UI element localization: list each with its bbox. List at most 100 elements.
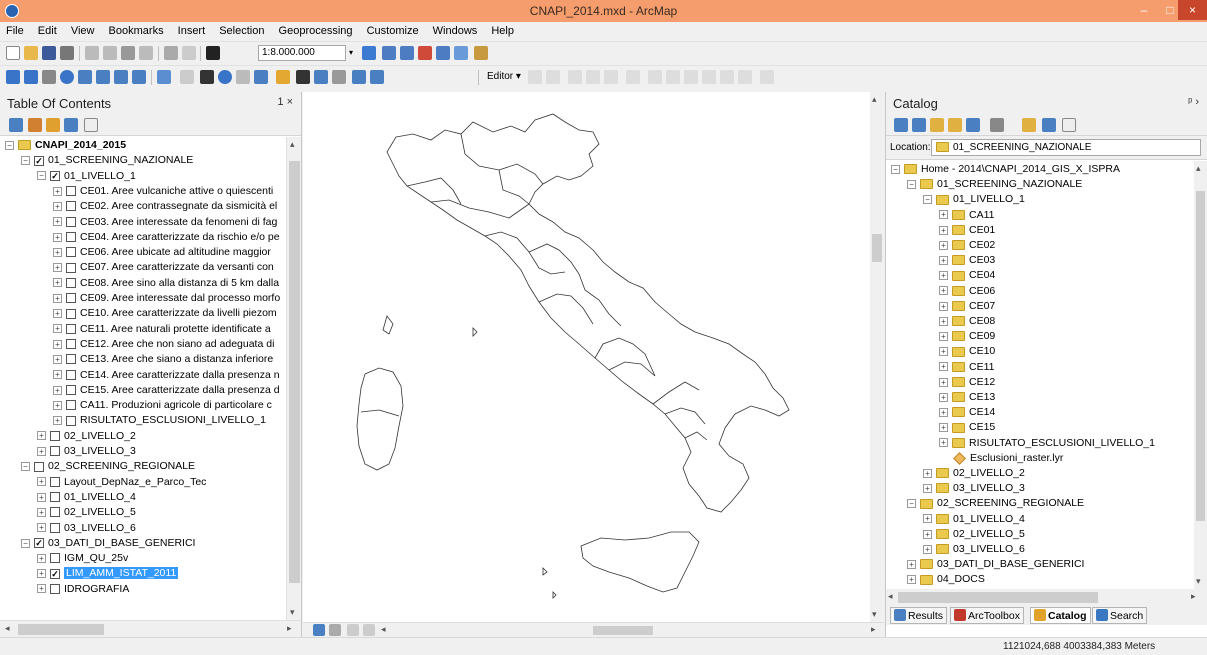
- html-popup-icon[interactable]: [254, 70, 268, 84]
- expand-toggle-icon[interactable]: +: [53, 416, 62, 426]
- visibility-checkbox[interactable]: [50, 553, 60, 564]
- expand-toggle-icon[interactable]: +: [37, 584, 46, 594]
- catalog-item[interactable]: + CE11: [939, 359, 995, 375]
- catalog-item[interactable]: − 01_SCREENING_NAZIONALE: [907, 176, 1082, 192]
- expand-toggle-icon[interactable]: +: [939, 316, 948, 326]
- toggle-contents-icon[interactable]: [1022, 118, 1036, 132]
- expand-toggle-icon[interactable]: +: [37, 523, 46, 533]
- editor-menu-button[interactable]: Editor ▾: [487, 71, 521, 82]
- visibility-checkbox[interactable]: [66, 369, 76, 380]
- expand-toggle-icon[interactable]: +: [939, 286, 948, 296]
- expand-toggle-icon[interactable]: −: [907, 499, 916, 509]
- expand-toggle-icon[interactable]: +: [923, 529, 932, 539]
- visibility-checkbox[interactable]: [66, 308, 76, 319]
- visibility-checkbox[interactable]: [66, 186, 76, 197]
- toc-item[interactable]: + CE14. Aree caratterizzate dalla presenz…: [53, 367, 280, 383]
- visibility-checkbox[interactable]: [66, 277, 76, 288]
- map-scale-input[interactable]: 1:8.000.000: [258, 45, 346, 61]
- menu-customize[interactable]: Customize: [361, 22, 424, 37]
- expand-toggle-icon[interactable]: +: [53, 339, 62, 349]
- home-folder-icon[interactable]: [948, 118, 962, 132]
- identify-icon[interactable]: [218, 70, 232, 84]
- map-view[interactable]: [303, 92, 870, 622]
- expand-toggle-icon[interactable]: +: [939, 331, 948, 341]
- expand-toggle-icon[interactable]: +: [939, 438, 948, 448]
- catalog-item[interactable]: + CE02: [939, 237, 995, 253]
- add-data-icon[interactable]: [206, 46, 220, 60]
- full-extent-icon[interactable]: [60, 70, 74, 84]
- catalog-item[interactable]: − Home - 2014\CNAPI_2014_GIS_X_ISPRA: [891, 161, 1120, 177]
- toc-item[interactable]: +02_LIVELLO_5: [37, 504, 136, 520]
- visibility-checkbox[interactable]: [34, 538, 44, 549]
- trace-icon[interactable]: [604, 70, 618, 84]
- visibility-checkbox[interactable]: [50, 522, 60, 533]
- print-icon[interactable]: [60, 46, 74, 60]
- visibility-checkbox[interactable]: [66, 415, 76, 426]
- expand-toggle-icon[interactable]: +: [939, 347, 948, 357]
- catalog-item[interactable]: + CE12: [939, 374, 995, 390]
- expand-toggle-icon[interactable]: +: [939, 255, 948, 265]
- visibility-checkbox[interactable]: [66, 323, 76, 334]
- catalog-pin-close[interactable]: ᵖ ›: [1188, 96, 1199, 108]
- catalog-list-icon[interactable]: [1062, 118, 1076, 132]
- tab-results[interactable]: Results: [890, 607, 948, 624]
- scale-dropdown-icon[interactable]: ▾: [346, 45, 356, 61]
- python-window-icon[interactable]: [454, 46, 468, 60]
- rotate-icon[interactable]: [702, 70, 716, 84]
- catalog-item[interactable]: +03_DATI_DI_BASE_GENERICI: [907, 556, 1084, 572]
- visibility-checkbox[interactable]: [50, 583, 60, 594]
- expand-toggle-icon[interactable]: +: [939, 407, 948, 417]
- list-by-visibility-icon[interactable]: [46, 118, 60, 132]
- end-point-arc-icon[interactable]: [586, 70, 600, 84]
- toc-item[interactable]: + CA11. Produzioni agricole di particolar…: [53, 397, 272, 413]
- visibility-checkbox[interactable]: [50, 170, 60, 181]
- expand-toggle-icon[interactable]: +: [923, 514, 932, 524]
- expand-toggle-icon[interactable]: +: [923, 468, 932, 478]
- catalog-item[interactable]: +01_LIVELLO_4: [923, 511, 1025, 527]
- toc-item[interactable]: + CE06. Aree ubicate ad altitudine maggio…: [53, 244, 271, 260]
- fixed-zoom-out-icon[interactable]: [96, 70, 110, 84]
- new-document-icon[interactable]: [6, 46, 20, 60]
- toc-item[interactable]: + CE01. Aree vulcaniche attive o quiescen…: [53, 183, 273, 199]
- catalog-item[interactable]: +03_LIVELLO_3: [923, 480, 1025, 496]
- attributes-icon[interactable]: [720, 70, 734, 84]
- expand-toggle-icon[interactable]: +: [53, 186, 62, 196]
- catalog-item[interactable]: + CE01: [939, 222, 995, 238]
- minimize-button[interactable]: –: [1130, 0, 1158, 20]
- catalog-item[interactable]: +03_LIVELLO_6: [923, 541, 1025, 557]
- toc-item[interactable]: +02_LIVELLO_2: [37, 428, 136, 444]
- catalog-item[interactable]: + CE15: [939, 419, 995, 435]
- italy-map-boundaries[interactable]: [303, 92, 870, 622]
- expand-toggle-icon[interactable]: −: [21, 538, 30, 548]
- visibility-checkbox[interactable]: [50, 492, 60, 503]
- list-by-drawing-order-icon[interactable]: [9, 118, 23, 132]
- expand-toggle-icon[interactable]: +: [939, 225, 948, 235]
- list-by-selection-icon[interactable]: [64, 118, 78, 132]
- toc-options-icon[interactable]: [84, 118, 98, 132]
- map-vertical-scrollbar[interactable]: ▴ ▾: [870, 92, 884, 622]
- visibility-checkbox[interactable]: [66, 216, 76, 227]
- visibility-checkbox[interactable]: [50, 507, 60, 518]
- catalog-item[interactable]: + CE03: [939, 252, 995, 268]
- catalog-item[interactable]: +04_DOCS: [907, 571, 985, 587]
- search-window-icon[interactable]: [436, 46, 450, 60]
- forward-extent-icon[interactable]: [132, 70, 146, 84]
- expand-toggle-icon[interactable]: +: [53, 232, 62, 242]
- expand-toggle-icon[interactable]: −: [907, 179, 916, 189]
- list-by-source-icon[interactable]: [28, 118, 42, 132]
- expand-toggle-icon[interactable]: +: [53, 309, 62, 319]
- delete-icon[interactable]: [139, 46, 153, 60]
- catalog-item[interactable]: + CE13: [939, 389, 995, 405]
- expand-toggle-icon[interactable]: +: [53, 247, 62, 257]
- expand-toggle-icon[interactable]: −: [37, 171, 46, 181]
- toc-item[interactable]: − 01_LIVELLO_1: [37, 168, 136, 184]
- refresh-view-icon[interactable]: [347, 624, 359, 636]
- expand-toggle-icon[interactable]: +: [53, 370, 62, 380]
- catalog-item[interactable]: − 02_SCREENING_REGIONALE: [907, 495, 1084, 511]
- expand-toggle-icon[interactable]: +: [53, 400, 62, 410]
- select-elements-icon[interactable]: [200, 70, 214, 84]
- hyperlink-icon[interactable]: [236, 70, 250, 84]
- expand-toggle-icon[interactable]: +: [939, 377, 948, 387]
- find-route-icon[interactable]: [314, 70, 328, 84]
- edit-tool-icon[interactable]: [528, 70, 542, 84]
